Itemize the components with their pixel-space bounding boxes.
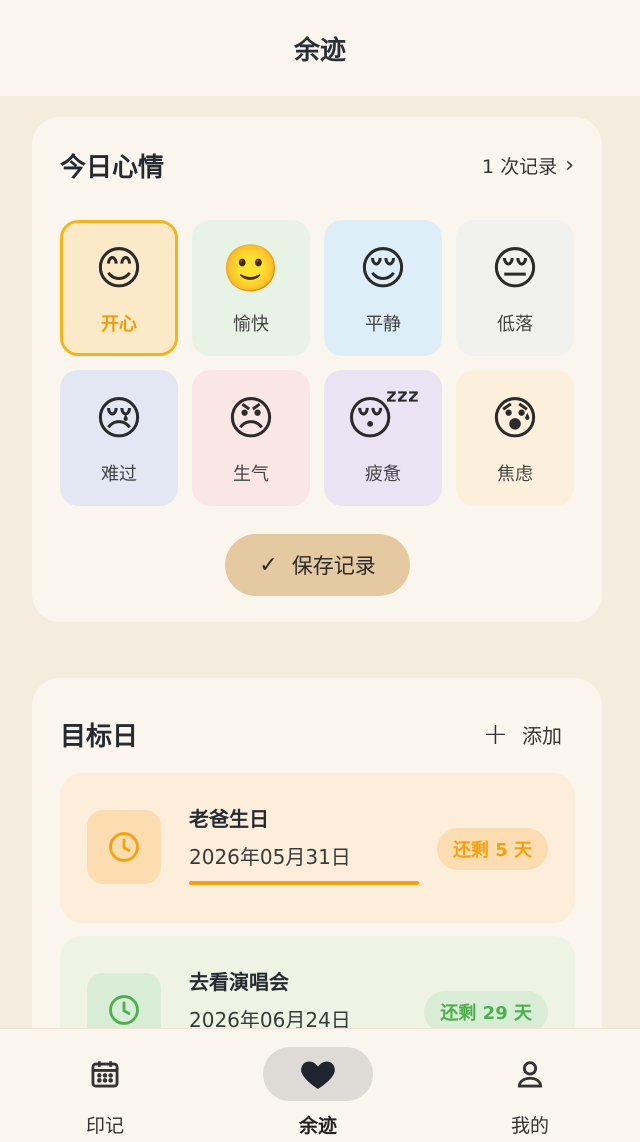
nav-label: 余迹 <box>298 1115 337 1137</box>
clock-icon <box>109 832 139 862</box>
happy-face-icon: 😊 <box>95 241 143 295</box>
check-icon: ✓ <box>259 552 278 578</box>
records-link-label: 1 次记录 <box>482 156 558 178</box>
goal-card-title: 目标日 <box>60 722 139 752</box>
mood-card-header: 今日心情 1 次记录 › <box>60 147 574 184</box>
goal-card-header: 目标日 + 添加 <box>60 716 562 753</box>
bottom-nav: 印记 余迹 我的 <box>0 1028 640 1142</box>
mood-label: 焦虑 <box>497 464 533 485</box>
save-record-button[interactable]: ✓ 保存记录 <box>225 534 410 596</box>
days-remaining-badge: 还剩 29 天 <box>424 991 548 1033</box>
mood-option-tired[interactable]: 😴 疲惫 <box>324 370 442 506</box>
mood-label: 疲惫 <box>365 464 401 485</box>
mood-label: 生气 <box>233 464 269 485</box>
page-title: 余迹 <box>293 35 346 66</box>
app-header: 余迹 <box>0 0 640 96</box>
mood-option-sad[interactable]: 😢 难过 <box>60 370 178 506</box>
goal-icon-box <box>87 810 161 884</box>
add-goal-label: 添加 <box>522 724 562 748</box>
nav-item-mine[interactable]: 我的 <box>440 1029 620 1142</box>
mood-label: 开心 <box>101 314 137 335</box>
goal-date: 2026年05月31日 <box>189 845 351 869</box>
nav-item-imprint[interactable]: 印记 <box>15 1029 195 1142</box>
mood-option-anxious[interactable]: 😰 焦虑 <box>456 370 574 506</box>
person-icon <box>517 1061 543 1088</box>
goal-name: 老爸生日 <box>189 807 269 831</box>
mood-option-calm[interactable]: 😌 平静 <box>324 220 442 356</box>
nav-label: 我的 <box>510 1115 549 1137</box>
calendar-icon <box>91 1061 119 1088</box>
plus-icon: + <box>482 716 508 752</box>
chevron-right-icon: › <box>565 152 574 178</box>
mood-label: 难过 <box>101 464 137 485</box>
mood-option-down[interactable]: 😔 低落 <box>456 220 574 356</box>
add-goal-button[interactable]: + 添加 <box>482 716 562 752</box>
relieved-face-icon: 😌 <box>359 241 407 295</box>
records-link[interactable]: 1 次记录 › <box>482 152 574 179</box>
clock-icon <box>109 995 139 1025</box>
goal-item[interactable]: 老爸生日 2026年05月31日 还剩 5 天 <box>60 773 575 923</box>
mood-option-pleasant[interactable]: 🙂 愉快 <box>192 220 310 356</box>
days-remaining-badge: 还剩 5 天 <box>436 828 548 870</box>
nav-label: 印记 <box>85 1115 124 1137</box>
goal-name: 去看演唱会 <box>189 970 289 994</box>
mood-card: 今日心情 1 次记录 › 😊 开心 🙂 愉快 😌 平静 😔 低落 😢 难过 😠 <box>32 117 602 622</box>
goal-progress-bar <box>189 881 419 885</box>
mood-option-happy[interactable]: 😊 开心 <box>60 220 178 356</box>
mood-grid: 😊 开心 🙂 愉快 😌 平静 😔 低落 😢 难过 😠 生气 😴 疲惫 😰 焦虑 <box>60 220 574 506</box>
angry-face-icon: 😠 <box>227 391 275 445</box>
mood-card-title: 今日心情 <box>60 153 165 183</box>
save-record-label: 保存记录 <box>291 554 376 578</box>
pensive-face-icon: 😔 <box>491 241 539 295</box>
heart-icon <box>301 1061 335 1089</box>
slight-smile-icon: 🙂 <box>222 241 280 295</box>
mood-label: 平静 <box>365 314 401 335</box>
anxious-face-icon: 😰 <box>491 391 539 445</box>
nav-item-yuji[interactable]: 余迹 <box>228 1029 408 1142</box>
mood-option-angry[interactable]: 😠 生气 <box>192 370 310 506</box>
mood-label: 低落 <box>497 314 533 335</box>
crying-face-icon: 😢 <box>95 391 143 445</box>
mood-label: 愉快 <box>233 314 269 335</box>
sleeping-face-icon: 😴 <box>346 391 420 445</box>
